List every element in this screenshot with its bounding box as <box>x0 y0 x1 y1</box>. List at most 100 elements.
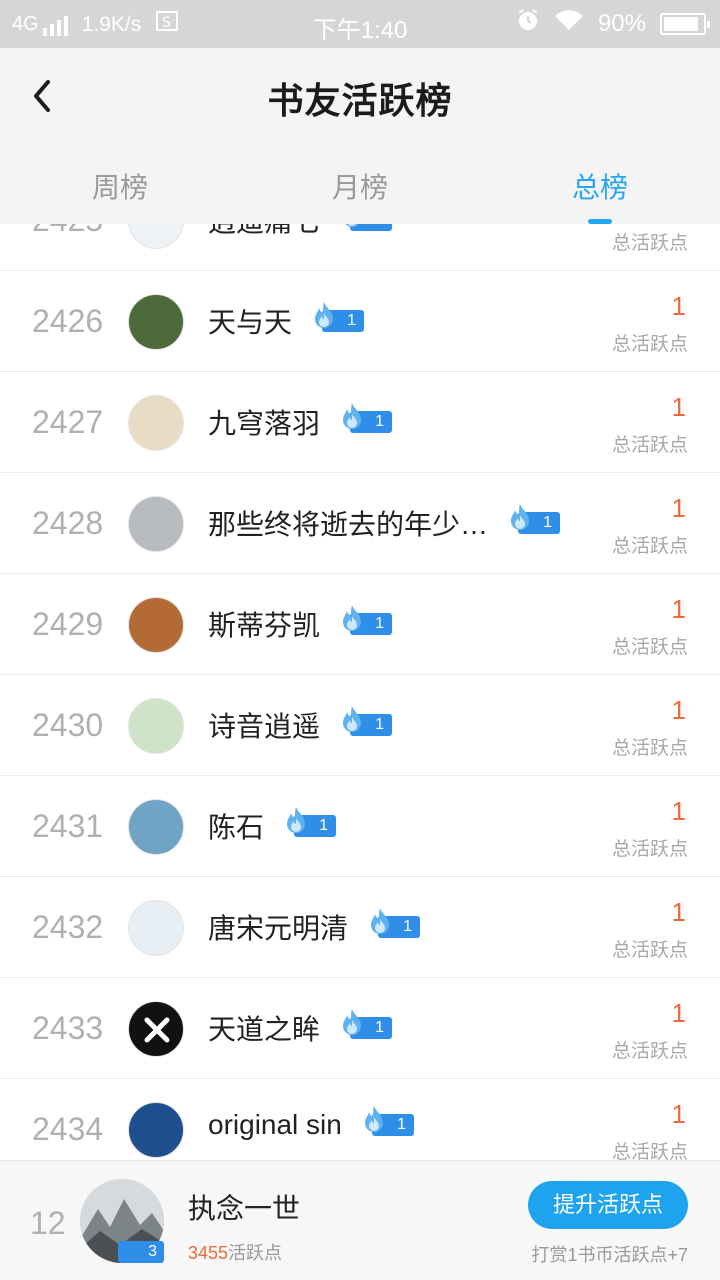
level-badge: 1 <box>340 1009 393 1040</box>
avatar[interactable] <box>128 395 184 451</box>
level-badge: 1 <box>362 1106 414 1137</box>
avatar[interactable] <box>128 900 184 956</box>
score-label: 总活跃点 <box>611 1041 688 1062</box>
level-badge: 1 <box>284 807 337 838</box>
tab-label: 月榜 <box>331 172 388 203</box>
boost-activity-button[interactable]: 提升活跃点 <box>528 1181 688 1229</box>
flame-icon <box>343 1009 362 1035</box>
name-group: 陈石 1 <box>208 806 337 846</box>
page-title: 书友活跃榜 <box>267 80 453 121</box>
score-value: 1 <box>671 998 686 1028</box>
level-badge: 1 <box>340 605 393 636</box>
rank-number: 2427 <box>32 404 104 440</box>
tab-monthly[interactable]: 月榜 <box>240 160 480 224</box>
name-group: 斯蒂芬凯 1 <box>208 604 393 644</box>
score-value: 1 <box>671 695 686 725</box>
rank-number: 2430 <box>32 707 104 743</box>
score-value: 1 <box>671 1099 686 1129</box>
level-badge: 1 <box>340 403 393 434</box>
avatar[interactable] <box>128 496 184 552</box>
alarm-icon <box>516 8 540 39</box>
rank-number: 2433 <box>32 1010 104 1046</box>
name-group: 天与天 1 <box>208 301 365 341</box>
name-group: 唐宋元明清 1 <box>208 907 421 947</box>
name-group: 九穹落羽 1 <box>208 402 393 442</box>
flame-icon <box>343 706 362 732</box>
page-header: 书友活跃榜 周榜 月榜 总榜 <box>0 48 720 224</box>
user-name: 诗音逍遥 <box>208 711 321 742</box>
avatar[interactable] <box>128 294 184 350</box>
my-name: 执念一世 <box>188 1193 301 1224</box>
tab-bar: 周榜 月榜 总榜 <box>0 160 720 224</box>
name-group: 天道之眸 1 <box>208 1008 393 1048</box>
list-item[interactable]: 2427 九穹落羽 1 1 总活跃点 <box>0 372 720 473</box>
rank-number: 2431 <box>32 808 104 844</box>
user-name: 那些终将逝去的年少… <box>208 509 489 540</box>
level-badge: 1 <box>340 706 393 737</box>
tab-indicator <box>588 219 612 224</box>
score-value: 1 <box>671 291 686 321</box>
user-name: 九穹落羽 <box>208 408 321 439</box>
user-name: 天与天 <box>208 307 293 338</box>
flame-icon <box>364 1106 383 1132</box>
list-item[interactable]: 2430 诗音逍遥 1 1 总活跃点 <box>0 675 720 776</box>
score-label: 总活跃点 <box>611 435 688 456</box>
flame-icon <box>343 605 362 631</box>
tab-total[interactable]: 总榜 <box>480 160 720 224</box>
battery-icon <box>660 12 710 35</box>
list-item[interactable]: 2428 那些终将逝去的年少… 1 1 总活跃点 <box>0 473 720 574</box>
avatar[interactable] <box>128 597 184 653</box>
score-value: 1 <box>671 796 686 826</box>
flame-icon <box>371 908 390 934</box>
avatar[interactable] <box>128 799 184 855</box>
score-label: 总活跃点 <box>611 940 688 961</box>
name-group: 诗音逍遥 1 <box>208 705 393 745</box>
tab-label: 周榜 <box>91 172 148 203</box>
name-group: original sin 1 <box>208 1106 414 1141</box>
rank-number: 2432 <box>32 909 104 945</box>
wifi-icon <box>554 9 584 38</box>
user-name: 陈石 <box>208 812 265 843</box>
my-rank: 12 <box>30 1205 66 1241</box>
rank-number: 2434 <box>32 1111 104 1147</box>
score-label: 总活跃点 <box>611 334 688 355</box>
status-bar: 4G 1.9K/s S 下午1:40 90% <box>0 0 720 48</box>
flame-icon <box>343 403 362 429</box>
list-item[interactable]: 2432 唐宋元明清 1 1 总活跃点 <box>0 877 720 978</box>
user-name: 斯蒂芬凯 <box>208 610 321 641</box>
my-points-label: 活跃点 <box>228 1243 283 1263</box>
close-icon <box>144 1017 170 1043</box>
ranking-list: 2425逍遥痛七1总活跃点2426天与天11总活跃点2427九穹落羽11总活跃点… <box>0 170 720 1180</box>
score-label: 总活跃点 <box>611 738 688 759</box>
flame-icon <box>315 302 334 328</box>
score-value: 1 <box>671 897 686 927</box>
score-label: 总活跃点 <box>611 839 688 860</box>
avatar[interactable] <box>128 1001 184 1057</box>
battery-percent: 90% <box>597 9 646 37</box>
score-value: 1 <box>671 392 686 422</box>
tab-label: 总榜 <box>571 172 628 203</box>
boost-hint: 打赏1书币活跃点+7 <box>531 1245 688 1265</box>
list-item[interactable]: 2426 天与天 1 1 总活跃点 <box>0 271 720 372</box>
avatar[interactable] <box>128 1102 184 1158</box>
rank-number: 2428 <box>32 505 104 541</box>
list-item[interactable]: 2433 天道之眸 1 1 总活跃点 <box>0 978 720 1079</box>
name-group: 那些终将逝去的年少… 1 <box>208 503 561 543</box>
user-name: 天道之眸 <box>208 1014 321 1045</box>
rank-number: 2426 <box>32 303 104 339</box>
my-points: 3455活跃点 <box>188 1239 282 1265</box>
score-label: 总活跃点 <box>611 233 688 254</box>
user-name: original sin <box>208 1109 342 1140</box>
score-label: 总活跃点 <box>611 637 688 658</box>
list-item[interactable]: 2431 陈石 1 1 总活跃点 <box>0 776 720 877</box>
list-item[interactable]: 2429 斯蒂芬凯 1 1 总活跃点 <box>0 574 720 675</box>
avatar[interactable] <box>128 698 184 754</box>
level-badge: 1 <box>312 302 365 333</box>
my-level-badge: 3 <box>118 1241 164 1263</box>
score-value: 1 <box>671 493 686 523</box>
my-points-value: 3455 <box>188 1243 229 1263</box>
tab-weekly[interactable]: 周榜 <box>0 160 240 224</box>
status-right: 90% <box>516 8 710 39</box>
score-value: 1 <box>671 594 686 624</box>
flame-icon <box>287 807 306 833</box>
